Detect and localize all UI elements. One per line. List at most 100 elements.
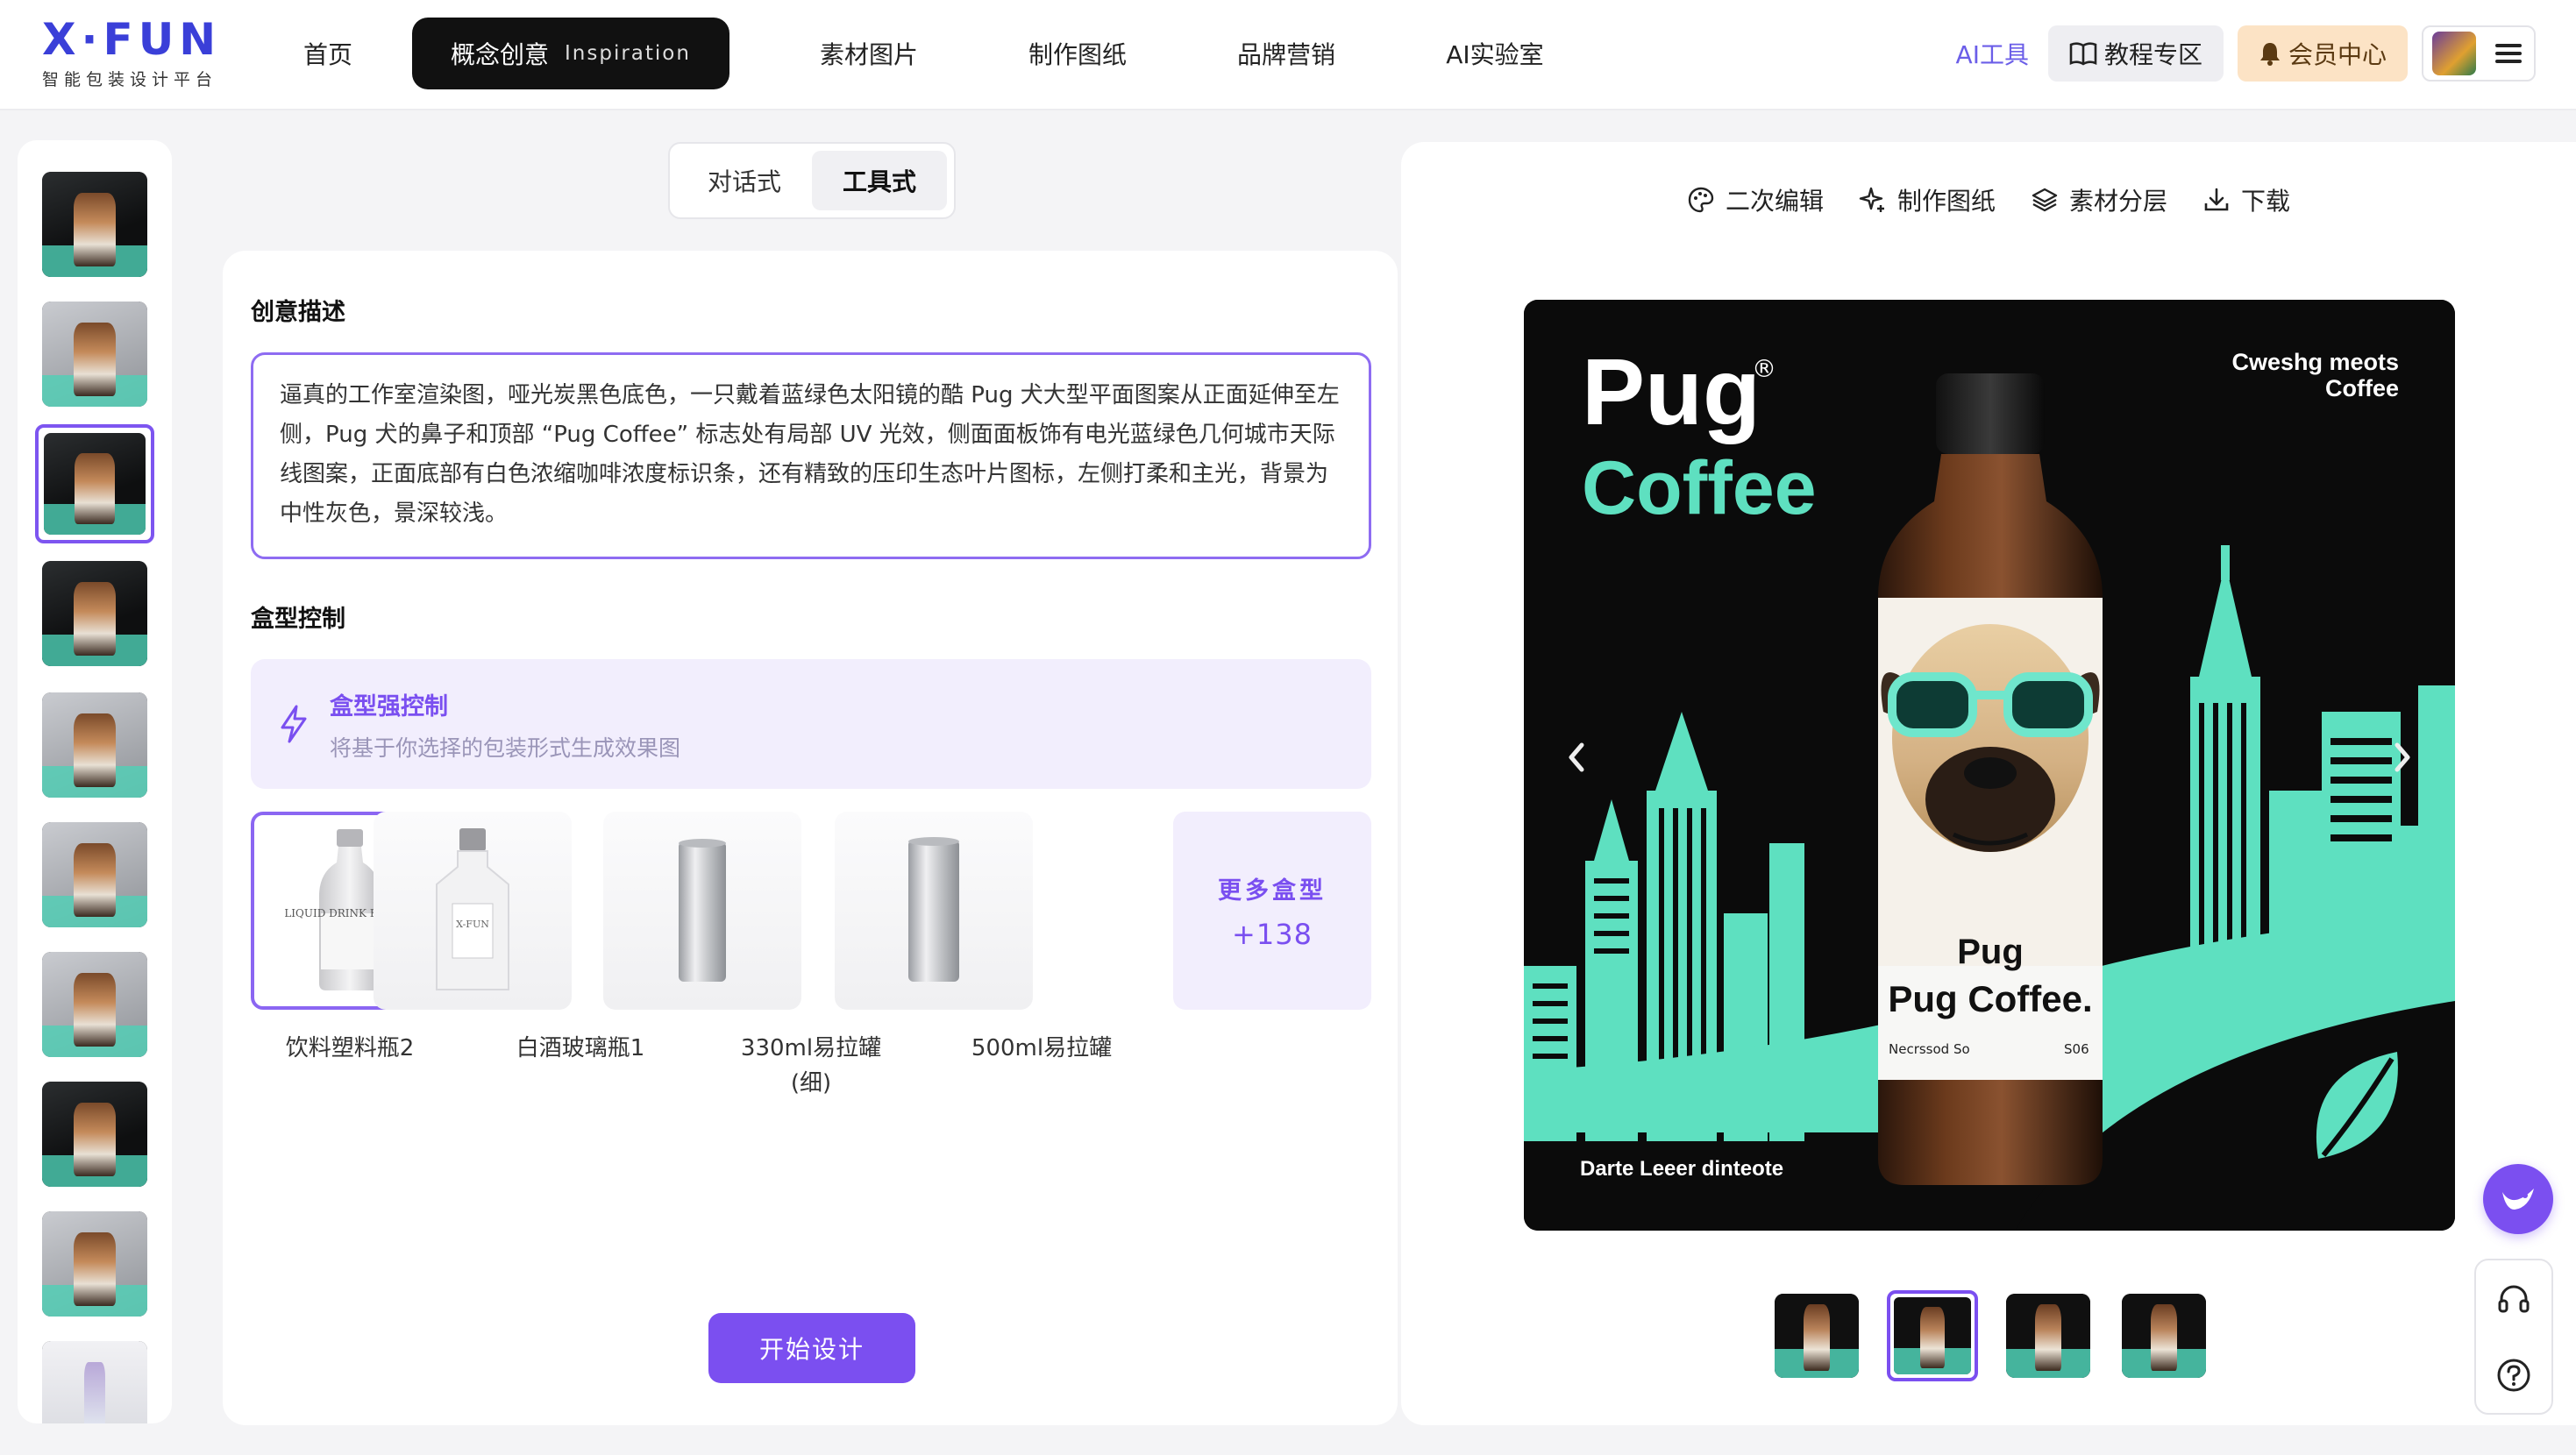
- mode-switch: 对话式 工具式: [668, 142, 956, 219]
- nav-brand-marketing[interactable]: 品牌营销: [1182, 18, 1391, 89]
- history-thumb[interactable]: [42, 1341, 147, 1423]
- preview-brand-bottom: Coffee: [1582, 446, 1817, 530]
- box-control-title: 盒型控制: [251, 606, 345, 633]
- preview-corner-line-2: Coffee: [2324, 375, 2399, 401]
- variant-thumb-selected[interactable]: [1887, 1290, 1978, 1381]
- bottle-small-left: Necrssod So: [1889, 1041, 1970, 1057]
- nav-materials-label: 素材图片: [819, 40, 918, 69]
- history-thumb[interactable]: [42, 172, 147, 277]
- vip-label: 会员中心: [2288, 40, 2387, 69]
- more-box-count: +138: [1232, 917, 1313, 951]
- nav-drawings-label: 制作图纸: [1028, 40, 1127, 69]
- sparkle-icon: [1859, 187, 1885, 212]
- layer-split-label: 素材分层: [2069, 187, 2168, 216]
- box-option-label: 330ml易拉罐 (细): [740, 1035, 882, 1097]
- layers-icon: [2032, 188, 2058, 212]
- history-thumb[interactable]: [42, 1082, 147, 1187]
- question-icon[interactable]: [2496, 1358, 2531, 1393]
- preview-brand-top: Pug: [1582, 338, 1761, 444]
- history-thumb[interactable]: [42, 952, 147, 1057]
- hamburger-menu-icon[interactable]: [2495, 44, 2522, 63]
- preview-corner-text: Cweshg meots Coffee: [2231, 349, 2399, 401]
- box-strong-control-title: 盒型强控制: [330, 693, 448, 720]
- prev-arrow-icon[interactable]: [1564, 740, 1589, 775]
- variant-thumb[interactable]: [2122, 1294, 2206, 1378]
- history-thumbnail-list[interactable]: [18, 140, 172, 1423]
- can-500-image: [908, 837, 959, 982]
- box-option-glass-bottle[interactable]: X-FUN: [374, 812, 572, 1010]
- mode-chat[interactable]: 对话式: [677, 151, 812, 210]
- layer-split-button[interactable]: 素材分层: [2031, 182, 2167, 217]
- bottle-label-brand: Pug: [1957, 933, 2024, 971]
- preview-toolbar: 二次编辑 制作图纸 素材分层 下载: [1687, 174, 2325, 226]
- history-thumb[interactable]: [42, 692, 147, 798]
- box-option-can-330[interactable]: [603, 812, 801, 1010]
- edit-again-label: 二次编辑: [1726, 187, 1825, 216]
- nav-home[interactable]: 首页: [263, 18, 393, 89]
- avatar[interactable]: [2432, 32, 2476, 75]
- vip-button[interactable]: 会员中心: [2237, 25, 2408, 82]
- download-icon: [2204, 188, 2229, 211]
- box-option-label: 白酒玻璃瓶1: [516, 1035, 645, 1061]
- help-stack: [2474, 1259, 2553, 1415]
- bottle-label-name: Pug Coffee.: [1888, 978, 2093, 1019]
- creative-description-input[interactable]: 逼真的工作室渲染图，哑光炭黑色底色，一只戴着蓝绿色太阳镜的酷 Pug 犬大型平面…: [251, 352, 1371, 559]
- more-box-label: 更多盒型: [1218, 877, 1327, 905]
- nav-home-label: 首页: [302, 40, 352, 69]
- mode-tool[interactable]: 工具式: [812, 151, 947, 210]
- header-actions: AI工具 教程专区 会员中心: [1956, 25, 2536, 82]
- more-box-types-button[interactable]: 更多盒型 +138: [1173, 812, 1371, 1010]
- history-thumb[interactable]: [42, 561, 147, 666]
- box-option-label: 500ml易拉罐: [971, 1035, 1113, 1061]
- headset-icon[interactable]: [2496, 1281, 2531, 1317]
- history-thumb[interactable]: [42, 302, 147, 407]
- box-option-can-500[interactable]: [835, 812, 1033, 1010]
- nav-ai-lab[interactable]: AI实验室: [1391, 18, 1599, 89]
- lightning-icon: [281, 705, 307, 743]
- user-menu[interactable]: [2422, 25, 2536, 82]
- preview-footer-text: Darte Leeer dinteote: [1580, 1157, 1784, 1181]
- nav-materials[interactable]: 素材图片: [765, 18, 973, 89]
- nav-drawings[interactable]: 制作图纸: [973, 18, 1182, 89]
- preview-registered-mark: ®: [1752, 354, 1776, 383]
- generated-preview-image[interactable]: Pug ® Coffee Cweshg meots Coffee Pug Pug…: [1524, 300, 2455, 1231]
- nav-inspiration-sub: Inspiration: [565, 42, 691, 65]
- nav-brand-marketing-label: 品牌营销: [1236, 40, 1335, 69]
- glass-bottle-text: X-FUN: [456, 919, 489, 930]
- download-button[interactable]: 下载: [2202, 182, 2290, 217]
- nav-inspiration-label: 概念创意: [451, 40, 550, 69]
- start-design-button[interactable]: 开始设计: [708, 1313, 915, 1383]
- preview-corner-line-1: Cweshg meots: [2231, 349, 2399, 375]
- nav-inspiration[interactable]: 概念创意 Inspiration: [412, 18, 729, 89]
- variant-thumb[interactable]: [1775, 1294, 1859, 1378]
- can-330-image: [679, 839, 726, 982]
- tutorial-label: 教程专区: [2103, 40, 2202, 69]
- preview-panel: 二次编辑 制作图纸 素材分层 下载 Pug ® Coffee Cweshg me…: [1401, 142, 2576, 1425]
- history-thumb-selected[interactable]: [35, 424, 154, 543]
- logo[interactable]: X·FUN: [42, 14, 221, 65]
- ai-assistant-button[interactable]: [2483, 1164, 2553, 1234]
- bell-icon: [2259, 43, 2280, 66]
- box-option-label: 饮料塑料瓶2: [285, 1035, 415, 1061]
- history-thumb[interactable]: [42, 822, 147, 927]
- next-arrow-icon[interactable]: [2390, 740, 2415, 775]
- glass-bottle-image: [436, 828, 509, 990]
- history-thumb[interactable]: [42, 1211, 147, 1317]
- box-strong-control[interactable]: 盒型强控制 将基于你选择的包装形式生成效果图: [251, 659, 1371, 789]
- edit-again-button[interactable]: 二次编辑: [1687, 182, 1824, 217]
- book-icon: [2069, 42, 2097, 66]
- creative-title: 创意描述: [251, 299, 345, 326]
- palette-icon: [1688, 187, 1714, 213]
- bottle-small-right: S06: [2064, 1041, 2089, 1057]
- ai-tool-link[interactable]: AI工具: [1956, 36, 2029, 71]
- bird-icon: [2502, 1189, 2534, 1210]
- design-form-panel: 创意描述 逼真的工作室渲染图，哑光炭黑色底色，一只戴着蓝绿色太阳镜的酷 Pug …: [223, 251, 1398, 1425]
- nav-ai-lab-label: AI实验室: [1446, 40, 1544, 69]
- make-drawing-button[interactable]: 制作图纸: [1859, 182, 1996, 217]
- box-strong-control-desc: 将基于你选择的包装形式生成效果图: [330, 735, 681, 761]
- variant-thumb[interactable]: [2006, 1294, 2090, 1378]
- download-label: 下载: [2241, 187, 2291, 216]
- main-nav: 首页 概念创意 Inspiration 素材图片 制作图纸 品牌营销 AI实验室: [263, 18, 1599, 89]
- tutorial-button[interactable]: 教程专区: [2047, 25, 2224, 82]
- make-drawing-label: 制作图纸: [1897, 187, 1996, 216]
